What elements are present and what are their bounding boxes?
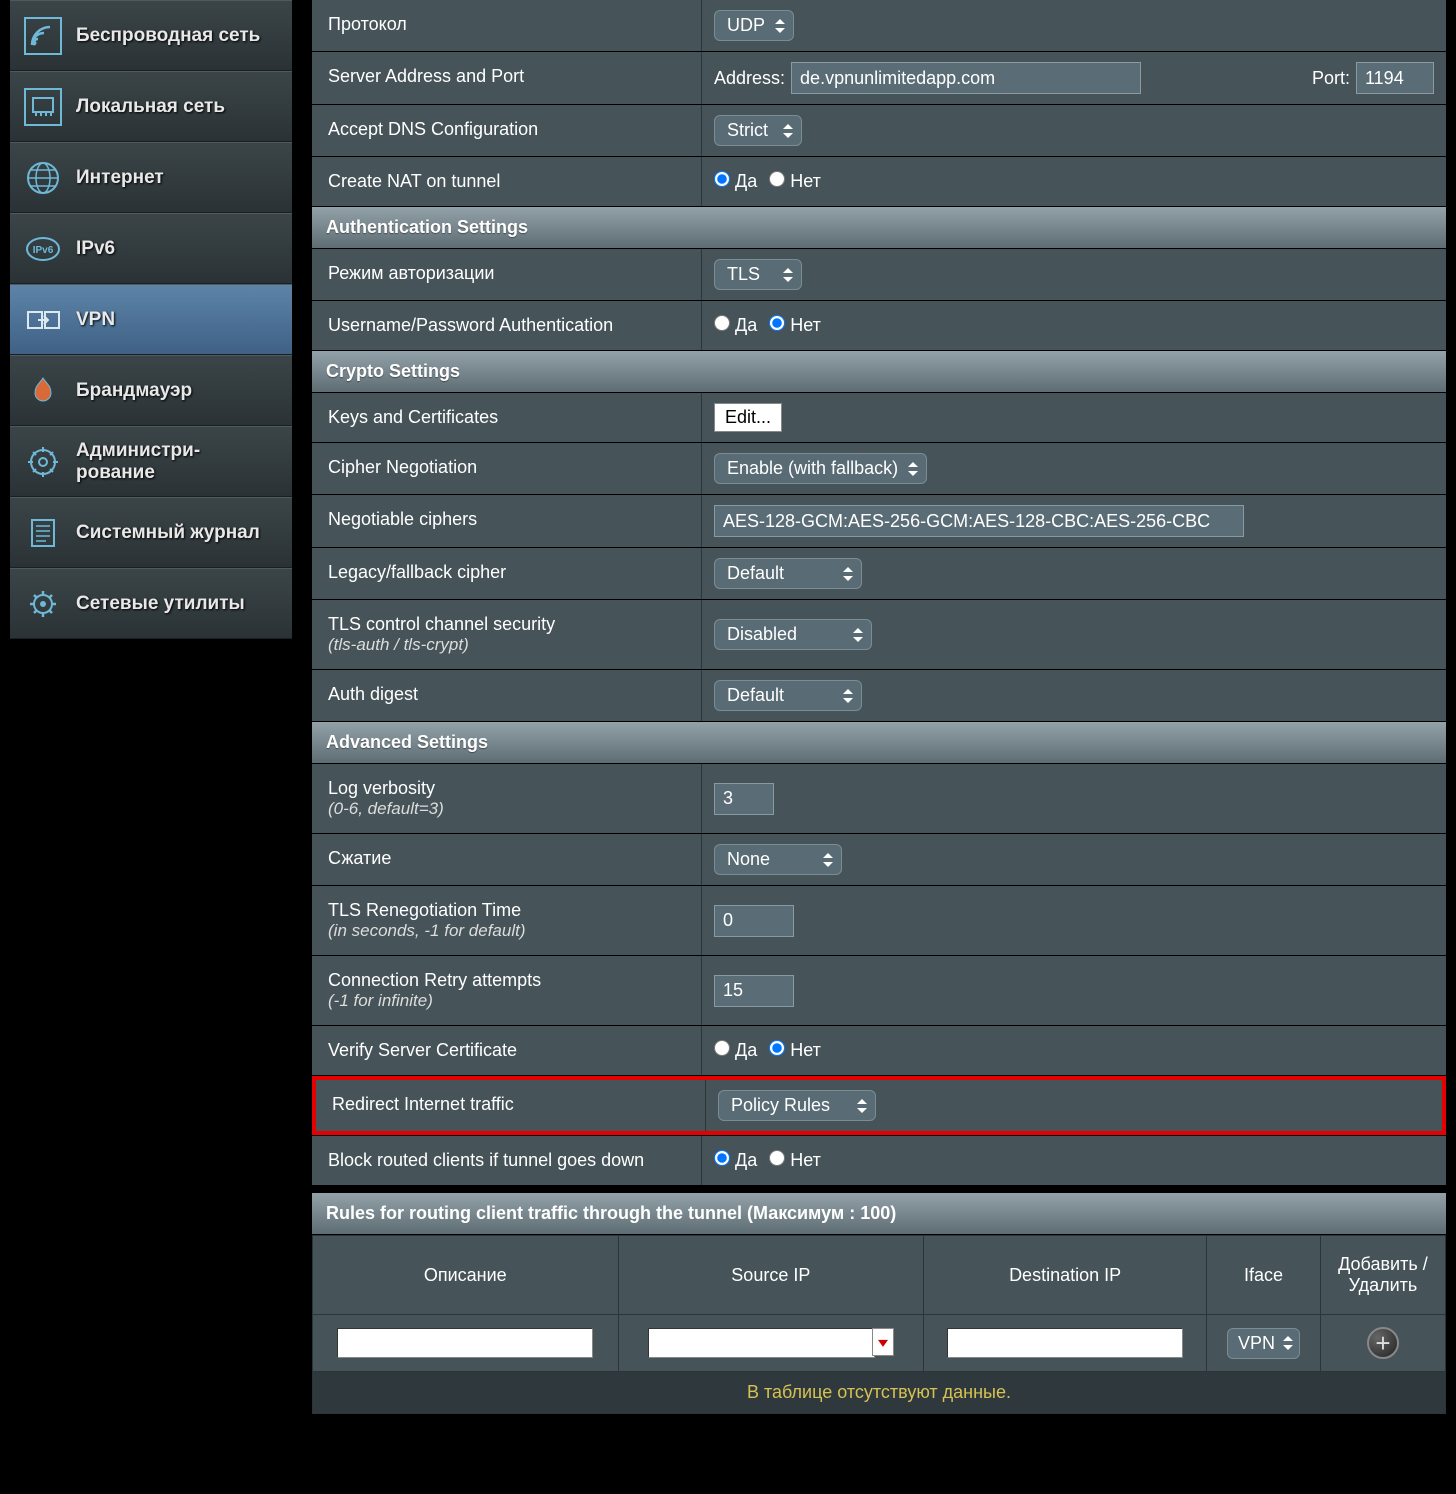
block-yes[interactable]: [714, 1150, 730, 1166]
col-desc: Описание: [313, 1236, 618, 1314]
auth-digest-label: Auth digest: [312, 670, 702, 721]
lan-icon: [24, 88, 62, 126]
sidebar-item-vpn[interactable]: VPN: [10, 284, 292, 355]
routing-rules-header: Rules for routing client traffic through…: [312, 1193, 1446, 1234]
sidebar-item-firewall[interactable]: Брандмауэр: [10, 355, 292, 426]
accept-dns-label: Accept DNS Configuration: [312, 105, 702, 156]
userpass-radio: Да Нет: [714, 315, 821, 336]
verify-yes[interactable]: [714, 1040, 730, 1056]
address-label: Address:: [714, 68, 785, 89]
reneg-time-input[interactable]: [714, 905, 794, 937]
protocol-select[interactable]: UDP: [714, 10, 794, 41]
auth-section-header: Authentication Settings: [312, 207, 1446, 248]
rule-desc-input[interactable]: [337, 1328, 593, 1358]
rule-srcip-input[interactable]: [648, 1328, 876, 1358]
log-icon: [24, 514, 62, 552]
block-routed-radio: Да Нет: [714, 1150, 821, 1171]
wifi-icon: [24, 17, 62, 55]
sidebar-item-syslog[interactable]: Системный журнал: [10, 497, 292, 568]
server-port-input[interactable]: [1356, 62, 1434, 94]
col-add: Добавить / Удалить: [1321, 1236, 1445, 1314]
cipher-neg-label: Cipher Negotiation: [312, 443, 702, 494]
globe-icon: [24, 159, 62, 197]
accept-dns-select[interactable]: Strict: [714, 115, 802, 146]
no-data-text: В таблице отсутствуют данные.: [313, 1372, 1445, 1413]
sidebar-item-label: Беспроводная сеть: [76, 25, 260, 47]
server-address-input[interactable]: [791, 62, 1141, 94]
sidebar-item-internet[interactable]: Интернет: [10, 142, 292, 213]
verify-cert-label: Verify Server Certificate: [312, 1026, 702, 1075]
gear-icon: [24, 585, 62, 623]
sidebar: Беспроводная сеть Локальная сеть Интерне…: [10, 0, 292, 639]
create-nat-no[interactable]: [769, 171, 785, 187]
redirect-traffic-row: Redirect Internet traffic Policy Rules: [312, 1076, 1446, 1135]
routing-table: Описание Source IP Destination IP Iface …: [312, 1235, 1446, 1414]
col-iface: Iface: [1207, 1236, 1320, 1314]
sidebar-item-label: Системный журнал: [76, 522, 260, 544]
rule-iface-select[interactable]: VPN: [1227, 1328, 1300, 1359]
auth-mode-select[interactable]: TLS: [714, 259, 802, 290]
sidebar-item-label: VPN: [76, 309, 115, 331]
negotiable-label: Negotiable ciphers: [312, 495, 702, 547]
reneg-label: TLS Renegotiation Time (in seconds, -1 f…: [312, 886, 702, 955]
add-rule-button[interactable]: +: [1367, 1327, 1399, 1359]
srcip-dropdown-icon[interactable]: [872, 1328, 894, 1356]
sidebar-item-wireless[interactable]: Беспроводная сеть: [10, 0, 292, 71]
ipv6-icon: IPv6: [24, 230, 62, 268]
edit-keys-button[interactable]: Edit...: [714, 403, 782, 432]
userpass-no[interactable]: [769, 315, 785, 331]
server-address-label: Server Address and Port: [312, 52, 702, 104]
sidebar-item-nettools[interactable]: Сетевые утилиты: [10, 568, 292, 639]
verify-cert-radio: Да Нет: [714, 1040, 821, 1061]
block-no[interactable]: [769, 1150, 785, 1166]
sidebar-item-label: IPv6: [76, 238, 115, 260]
port-label: Port:: [1312, 68, 1350, 89]
admin-icon: [24, 443, 62, 481]
vpn-icon: [24, 301, 62, 339]
redirect-traffic-select[interactable]: Policy Rules: [718, 1090, 876, 1121]
compression-select[interactable]: None: [714, 844, 842, 875]
userpass-label: Username/Password Authentication: [312, 301, 702, 350]
userpass-yes[interactable]: [714, 315, 730, 331]
sidebar-item-ipv6[interactable]: IPv6 IPv6: [10, 213, 292, 284]
redirect-label: Redirect Internet traffic: [316, 1080, 706, 1131]
create-nat-label: Create NAT on tunnel: [312, 157, 702, 206]
routing-input-row: VPN +: [313, 1315, 1445, 1371]
tls-ctrl-label: TLS control channel security (tls-auth /…: [312, 600, 702, 669]
sidebar-item-label: Интернет: [76, 167, 164, 189]
compression-label: Сжатие: [312, 834, 702, 885]
main-content: Протокол UDP Server Address and Port Add…: [312, 0, 1446, 1414]
legacy-cipher-label: Legacy/fallback cipher: [312, 548, 702, 599]
block-routed-label: Block routed clients if tunnel goes down: [312, 1136, 702, 1185]
retry-input[interactable]: [714, 975, 794, 1007]
create-nat-yes[interactable]: [714, 171, 730, 187]
sidebar-item-label: Локальная сеть: [76, 96, 225, 118]
col-srcip: Source IP: [619, 1236, 924, 1314]
col-dstip: Destination IP: [924, 1236, 1206, 1314]
log-verbosity-input[interactable]: [714, 783, 774, 815]
log-verbosity-label: Log verbosity (0-6, default=3): [312, 764, 702, 833]
sidebar-item-label: Администри- рование: [76, 440, 200, 484]
firewall-icon: [24, 372, 62, 410]
sidebar-item-admin[interactable]: Администри- рование: [10, 426, 292, 497]
retry-label: Connection Retry attempts (-1 for infini…: [312, 956, 702, 1025]
no-data-row: В таблице отсутствуют данные.: [313, 1372, 1445, 1413]
negotiable-ciphers-input[interactable]: [714, 505, 1244, 537]
create-nat-radio: Да Нет: [714, 171, 821, 192]
sidebar-item-lan[interactable]: Локальная сеть: [10, 71, 292, 142]
crypto-section-header: Crypto Settings: [312, 351, 1446, 392]
cipher-neg-select[interactable]: Enable (with fallback): [714, 453, 927, 484]
rule-dstip-input[interactable]: [947, 1328, 1183, 1358]
svg-text:IPv6: IPv6: [33, 245, 54, 256]
sidebar-item-label: Брандмауэр: [76, 380, 192, 402]
tls-ctrl-select[interactable]: Disabled: [714, 619, 872, 650]
sidebar-item-label: Сетевые утилиты: [76, 593, 245, 615]
auth-digest-select[interactable]: Default: [714, 680, 862, 711]
legacy-cipher-select[interactable]: Default: [714, 558, 862, 589]
auth-mode-label: Режим авторизации: [312, 249, 702, 300]
keys-label: Keys and Certificates: [312, 393, 702, 442]
verify-no[interactable]: [769, 1040, 785, 1056]
advanced-section-header: Advanced Settings: [312, 722, 1446, 763]
protocol-label: Протокол: [312, 0, 702, 51]
